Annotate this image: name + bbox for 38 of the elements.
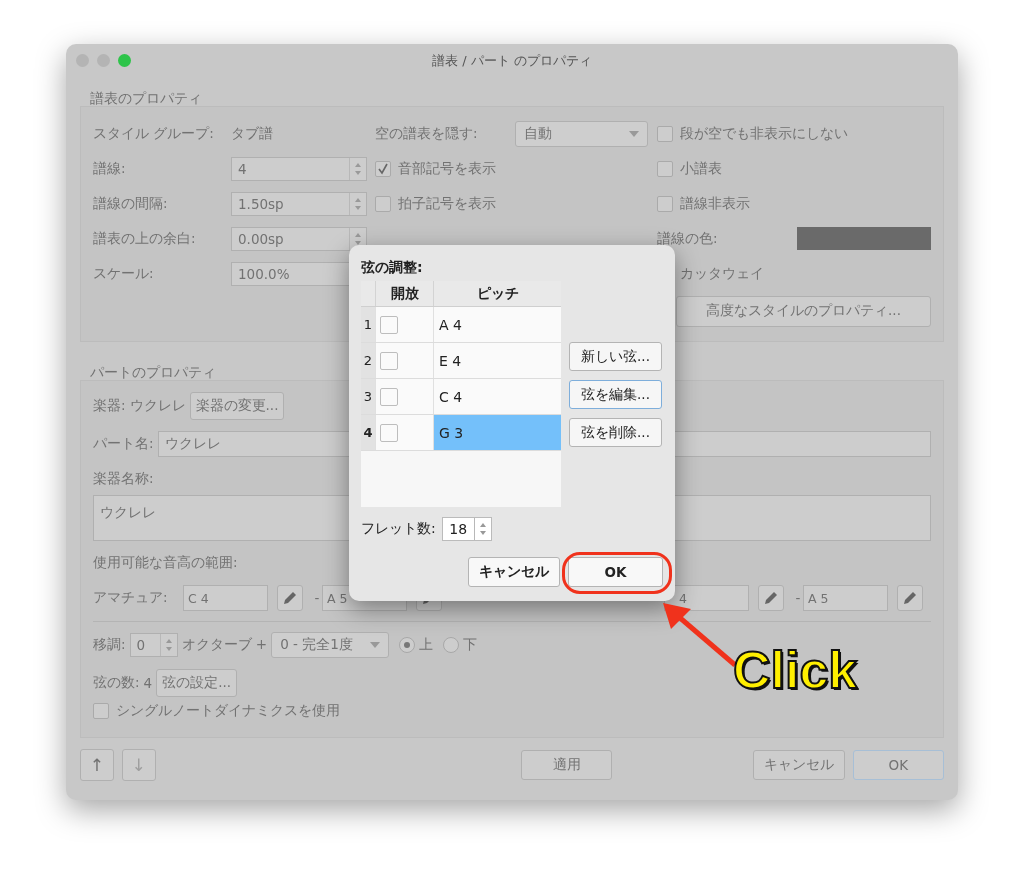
row-number: 2 — [361, 343, 375, 378]
annotation-label: Click — [733, 640, 858, 700]
label: カッタウェイ — [679, 264, 765, 283]
group-title: パートのプロパティ — [89, 364, 216, 381]
label: 楽器: — [93, 397, 126, 415]
checkbox-label: 小譜表 — [680, 159, 722, 178]
window-title: 譜表 / パート のプロパティ — [432, 52, 592, 70]
value-text: 4 — [143, 675, 153, 691]
label: 空の譜表を隠す: — [375, 124, 479, 143]
label: パート名: — [93, 435, 154, 453]
checkbox-label: 拍子記号を表示 — [398, 194, 496, 213]
label: アマチュア: — [93, 589, 169, 607]
row-number: 1 — [361, 307, 375, 342]
label: 使用可能な音高の範囲: — [93, 553, 238, 572]
label: スタイル グループ: — [93, 124, 215, 143]
checkbox-label: シングルノートダイナミクスを使用 — [116, 702, 340, 720]
label: 譜表の上の余白: — [93, 229, 197, 248]
dash-text: - — [794, 590, 802, 606]
checkbox-label: 譜線非表示 — [680, 194, 750, 213]
label: 移調: — [93, 636, 126, 654]
label: 弦の数: — [93, 674, 140, 692]
label: 譜線: — [93, 159, 127, 178]
dash-text: - — [313, 590, 321, 606]
label: オクターブ + — [181, 636, 268, 654]
group-title: 譜表のプロパティ — [89, 90, 202, 107]
row-number: 3 — [361, 379, 375, 414]
label: 譜線の間隔: — [93, 194, 169, 213]
radio-label: 下 — [463, 636, 478, 654]
label: フレット数: — [361, 520, 436, 538]
label: 楽器名称: — [93, 469, 154, 488]
row-number: 4 — [361, 415, 375, 450]
checkbox-label: 段が空でも非表示にしない — [680, 124, 848, 143]
label: 譜線の色: — [657, 229, 719, 248]
label: スケール: — [93, 264, 155, 283]
radio-label: 上 — [419, 636, 434, 654]
checkbox-label: 音部記号を表示 — [398, 159, 496, 178]
value-text: ウクレレ — [129, 397, 186, 415]
value-text: タブ譜 — [231, 124, 274, 143]
